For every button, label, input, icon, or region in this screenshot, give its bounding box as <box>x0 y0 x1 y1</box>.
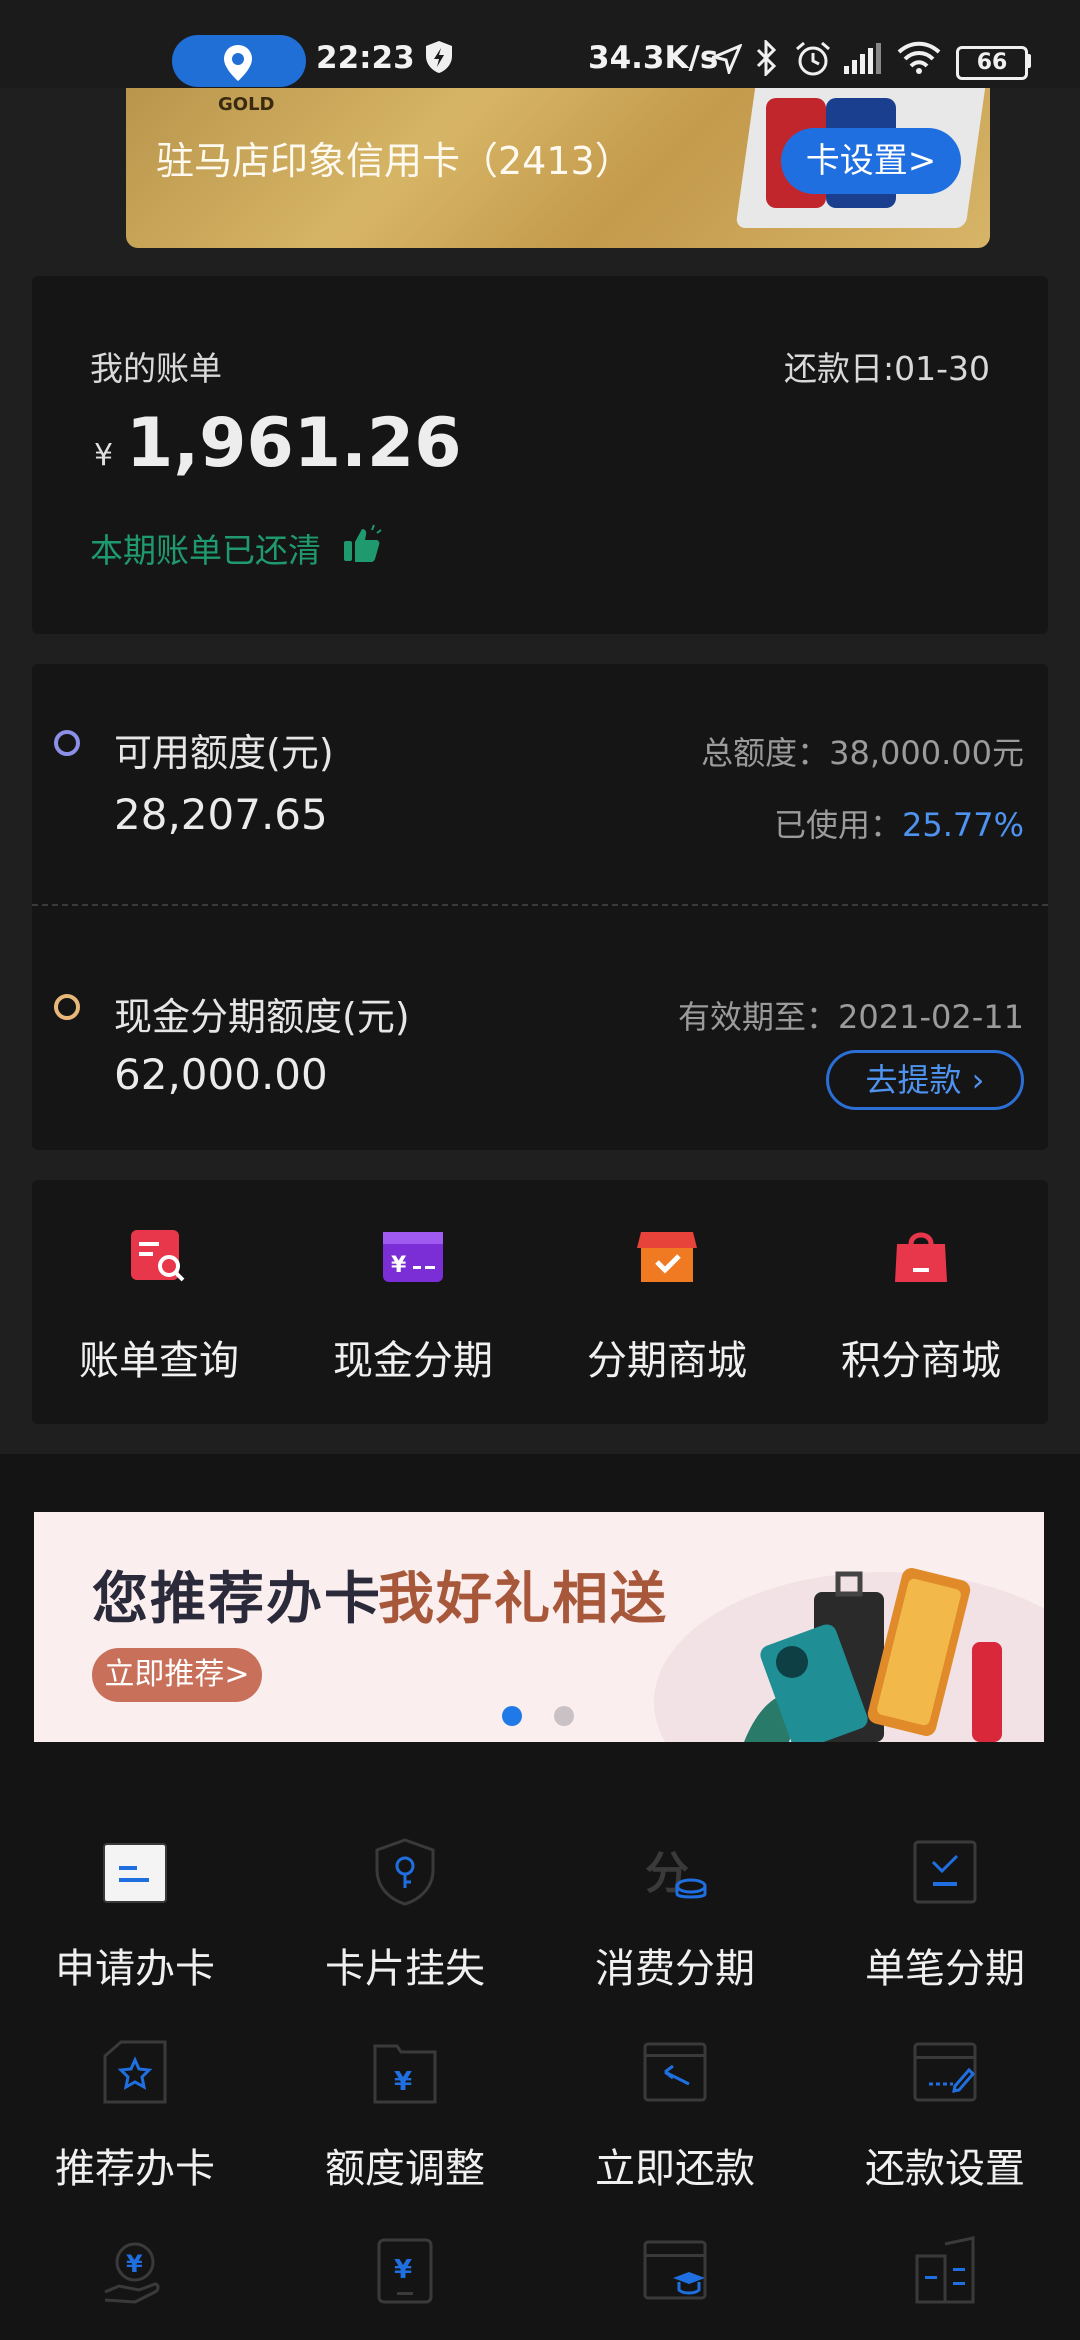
service-repay-now[interactable]: 立即还款 <box>540 2036 810 2194</box>
shortcut-label: 账单查询 <box>79 1338 239 1384</box>
tablet-yen-icon: ¥ <box>377 2238 433 2304</box>
service-single-installment[interactable]: 单笔分期 <box>810 1836 1080 1994</box>
cash-installment-limit-label: 现金分期额度(元) <box>114 995 410 1039</box>
bill-search-icon <box>131 1230 185 1282</box>
service-label: 推荐办卡 <box>55 2146 215 2192</box>
promo-recommend-button[interactable]: 立即推荐> <box>92 1648 262 1702</box>
currency-symbol: ¥ <box>94 438 114 473</box>
service-item-10[interactable]: ¥ <box>270 2236 540 2312</box>
report-loss-icon <box>375 1838 435 1906</box>
service-label: 卡片挂失 <box>325 1946 485 1992</box>
shortcut-label: 积分商城 <box>841 1338 1001 1384</box>
available-limit-label: 可用额度(元) <box>114 731 334 775</box>
service-item-11[interactable] <box>540 2236 810 2312</box>
cash-installment-limit-value: 62,000.00 <box>114 1050 328 1099</box>
promo-gifts-image <box>744 1568 1002 1742</box>
credit-limit-panel: 可用额度(元) 28,207.65 总额度：38,000.00元 已使用：25.… <box>32 664 1048 1150</box>
limit-adjust-icon: ¥ <box>373 2044 437 2104</box>
points-mall-icon <box>895 1232 947 1282</box>
card-name: 驻马店印象信用卡（2413） <box>156 139 633 183</box>
promo-title: 您推荐办卡 <box>92 1567 382 1632</box>
wifi-icon <box>897 41 941 74</box>
available-limit-marker <box>54 730 80 756</box>
service-label: 单笔分期 <box>865 1946 1025 1992</box>
service-consumer-installment[interactable]: 分 消费分期 <box>540 1836 810 1994</box>
installment-mall-icon <box>637 1232 697 1282</box>
card-settings-button[interactable]: 卡设置> <box>781 128 961 194</box>
carousel-dot-active[interactable] <box>502 1706 522 1726</box>
credit-card-banner[interactable]: GOLD 驻马店印象信用卡（2413） 卡设置> <box>126 88 990 248</box>
service-limit-adjust[interactable]: ¥ 额度调整 <box>270 2036 540 2194</box>
service-label: 额度调整 <box>325 2146 485 2192</box>
shortcut-bill-search[interactable]: 账单查询 <box>32 1228 286 1386</box>
used-value: 25.77% <box>901 806 1024 844</box>
shortcut-label: 现金分期 <box>333 1338 493 1384</box>
hand-coin-icon: ¥ <box>104 2242 160 2304</box>
consumer-installment-icon: 分 <box>645 1848 707 1899</box>
card-tier: GOLD <box>218 94 275 115</box>
apply-card-icon <box>103 1843 167 1903</box>
cash-limit-marker <box>54 994 80 1020</box>
carousel-dot[interactable] <box>554 1706 574 1726</box>
shortcut-label: 分期商城 <box>587 1338 747 1384</box>
location-pin-icon <box>224 45 252 81</box>
divider <box>32 904 1048 906</box>
card-education-icon <box>643 2240 707 2300</box>
repay-now-icon <box>643 2042 707 2102</box>
signal-icon <box>844 43 881 74</box>
service-label: 申请办卡 <box>55 1946 215 1992</box>
repayment-date: 还款日:01-30 <box>783 349 990 388</box>
bill-amount: 1,961.26 <box>126 404 462 483</box>
shortcut-points-mall[interactable]: 积分商城 <box>794 1228 1048 1386</box>
used-percentage: 已使用：25.77% <box>774 800 1024 846</box>
svg-text:¥: ¥ <box>394 2255 412 2285</box>
shield-icon <box>426 41 452 73</box>
valid-until: 有效期至：2021-02-11 <box>678 998 1024 1036</box>
thumbs-up-icon <box>344 524 382 562</box>
cash-installment-icon: ¥ <box>383 1232 443 1282</box>
single-installment-icon <box>913 1840 977 1904</box>
service-item-9[interactable]: ¥ <box>0 2236 270 2312</box>
promo-banner[interactable]: 您推荐办卡 我好礼相送 立即推荐> <box>34 1512 1044 1742</box>
svg-text:¥: ¥ <box>126 2250 143 2278</box>
battery-icon: 66 <box>956 46 1028 80</box>
bill-status: 本期账单已还清 <box>90 531 321 570</box>
service-label: 消费分期 <box>595 1946 755 1992</box>
svg-text:¥: ¥ <box>391 1253 407 1278</box>
building-icon <box>915 2236 975 2304</box>
service-recommend-card[interactable]: 推荐办卡 <box>0 2036 270 2194</box>
status-time: 22:23 <box>316 40 415 76</box>
network-speed: 34.3K/s <box>588 40 719 76</box>
shortcut-panel: 账单查询 ¥ 现金分期 分期商城 积分商城 <box>32 1180 1048 1424</box>
bill-panel[interactable]: 我的账单 还款日:01-30 ¥ 1,961.26 本期账单已还清 <box>32 276 1048 634</box>
withdraw-button[interactable]: 去提款 › <box>826 1050 1024 1110</box>
alarm-icon <box>796 41 830 76</box>
battery-tip <box>1026 54 1031 68</box>
available-limit-value: 28,207.65 <box>114 790 328 839</box>
repay-settings-icon <box>913 2042 977 2102</box>
location-indicator <box>172 35 306 87</box>
used-label: 已使用： <box>773 806 902 844</box>
total-limit: 总额度：38,000.00元 <box>701 734 1024 772</box>
service-apply-card[interactable]: 申请办卡 <box>0 1836 270 1994</box>
promo-title-highlight: 我好礼相送 <box>378 1567 668 1632</box>
navigation-arrow-icon <box>712 44 742 74</box>
service-report-loss[interactable]: 卡片挂失 <box>270 1836 540 1994</box>
service-item-12[interactable] <box>810 2236 1080 2312</box>
service-repay-settings[interactable]: 还款设置 <box>810 2036 1080 2194</box>
bill-title: 我的账单 <box>90 349 222 388</box>
svg-text:¥: ¥ <box>394 2067 412 2097</box>
service-label: 立即还款 <box>595 2146 755 2192</box>
recommend-card-icon <box>103 2040 167 2104</box>
bluetooth-icon <box>756 40 777 76</box>
shortcut-cash-installment[interactable]: ¥ 现金分期 <box>286 1228 540 1386</box>
service-label: 还款设置 <box>865 2146 1025 2192</box>
battery-level: 66 <box>976 50 1008 75</box>
shortcut-installment-mall[interactable]: 分期商城 <box>540 1228 794 1386</box>
